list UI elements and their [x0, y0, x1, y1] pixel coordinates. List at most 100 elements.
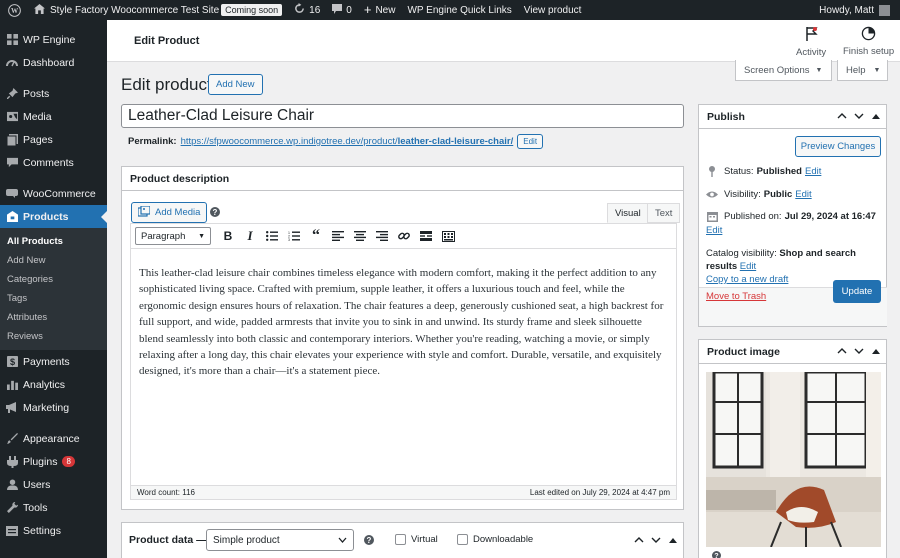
italic-icon[interactable]: I	[243, 228, 257, 243]
woo-icon	[6, 188, 18, 200]
media-icon	[6, 111, 18, 123]
catalog-edit-link[interactable]: Edit	[740, 261, 756, 272]
bold-icon[interactable]: B	[221, 229, 235, 243]
products-submenu: All Products Add New Categories Tags Att…	[0, 228, 107, 350]
submenu-tags[interactable]: Tags	[0, 289, 107, 308]
move-to-trash-link[interactable]: Move to Trash	[706, 291, 766, 302]
add-media-button[interactable]: Add Media	[131, 202, 208, 223]
chevron-up-icon[interactable]	[836, 109, 848, 123]
sidebar-item-wp-engine[interactable]: WP Engine	[0, 28, 107, 51]
sidebar-item-payments[interactable]: $ Payments	[0, 350, 107, 373]
activity-button[interactable]: Activity	[796, 26, 826, 58]
visibility-edit-link[interactable]: Edit	[795, 189, 811, 200]
tab-text[interactable]: Text	[647, 203, 681, 223]
finish-setup-button[interactable]: Finish setup	[843, 26, 894, 57]
wrench-icon	[6, 502, 18, 514]
submenu-all-products[interactable]: All Products	[0, 232, 107, 251]
submenu-reviews[interactable]: Reviews	[0, 327, 107, 346]
read-more-icon[interactable]	[419, 229, 433, 243]
sidebar-item-tools[interactable]: Tools	[0, 496, 107, 519]
comments-count: 0	[346, 4, 352, 16]
screen-options-toggle[interactable]: Screen Options ▼	[735, 60, 832, 81]
sidebar-item-label: Tools	[23, 501, 48, 514]
help-label: Help	[846, 64, 866, 76]
sidebar-item-analytics[interactable]: Analytics	[0, 373, 107, 396]
new-content-link[interactable]: + New	[358, 0, 402, 20]
collapse-toggle-icon[interactable]	[870, 344, 882, 358]
sidebar-item-media[interactable]: Media	[0, 105, 107, 128]
comments-link[interactable]: 0	[326, 0, 358, 20]
product-description-box: Product description Add Media ? Visual T…	[121, 166, 684, 510]
chevron-down-icon[interactable]	[853, 109, 865, 123]
copy-to-draft-link[interactable]: Copy to a new draft	[706, 274, 788, 285]
sidebar-item-settings[interactable]: Settings	[0, 519, 107, 542]
help-toggle[interactable]: Help ▼	[837, 60, 888, 81]
add-new-button[interactable]: Add New	[208, 74, 263, 95]
checkbox-box[interactable]	[457, 534, 468, 545]
published-label: Published on:	[724, 211, 782, 222]
sidebar-item-plugins[interactable]: Plugins 8	[0, 450, 107, 473]
svg-text:?: ?	[367, 536, 372, 545]
sidebar-item-comments[interactable]: Comments	[0, 151, 107, 174]
submenu-categories[interactable]: Categories	[0, 270, 107, 289]
sidebar-item-posts[interactable]: Posts	[0, 82, 107, 105]
permalink-link[interactable]: https://sfpwoocommerce.wp.indigotree.dev…	[181, 136, 514, 147]
help-question-icon[interactable]: ?	[712, 549, 721, 558]
updates-link[interactable]: 16	[288, 0, 326, 20]
sidebar-item-pages[interactable]: Pages	[0, 128, 107, 151]
bulleted-list-icon[interactable]	[265, 229, 279, 243]
product-image-thumbnail[interactable]	[706, 372, 881, 547]
chevron-down-icon[interactable]	[853, 344, 865, 358]
product-type-select[interactable]: Simple product	[206, 529, 354, 551]
coming-soon-badge[interactable]: Coming soon	[221, 4, 283, 16]
sidebar-item-marketing[interactable]: Marketing	[0, 396, 107, 419]
blockquote-icon[interactable]: “	[309, 228, 323, 244]
chevron-up-icon[interactable]	[633, 533, 645, 547]
preview-changes-button[interactable]: Preview Changes	[795, 136, 881, 157]
downloadable-checkbox[interactable]: Downloadable	[457, 534, 533, 545]
product-title-input[interactable]: Leather-Clad Leisure Chair	[121, 104, 684, 128]
chevron-up-icon[interactable]	[836, 344, 848, 358]
permalink-edit-button[interactable]: Edit	[517, 134, 544, 149]
align-left-icon[interactable]	[331, 229, 345, 243]
sidebar-item-appearance[interactable]: Appearance	[0, 427, 107, 450]
format-select[interactable]: Paragraph ▼	[135, 227, 211, 245]
sidebar-item-products[interactable]: Products	[0, 205, 107, 228]
wp-engine-quick-links[interactable]: WP Engine Quick Links	[401, 0, 517, 20]
align-center-icon[interactable]	[353, 229, 367, 243]
sidebar-item-dashboard[interactable]: Dashboard	[0, 51, 107, 74]
chevron-down-icon[interactable]	[650, 533, 662, 547]
submenu-add-new[interactable]: Add New	[0, 251, 107, 270]
status-value: Published	[756, 166, 802, 177]
brush-icon	[6, 433, 18, 445]
published-edit-link[interactable]: Edit	[706, 225, 722, 236]
help-question-icon[interactable]: ?	[364, 534, 374, 548]
virtual-checkbox[interactable]: Virtual	[395, 534, 438, 545]
sidebar-item-label: Analytics	[23, 378, 66, 391]
tab-visual[interactable]: Visual	[607, 203, 649, 223]
view-product-link[interactable]: View product	[518, 0, 588, 20]
update-button[interactable]: Update	[833, 280, 881, 303]
description-editor[interactable]: This leather-clad leisure chair combines…	[130, 249, 677, 486]
sidebar-item-users[interactable]: Users	[0, 473, 107, 496]
howdy-user-menu[interactable]: Howdy, Matt	[813, 0, 900, 20]
plugins-update-badge: 8	[62, 456, 75, 467]
align-right-icon[interactable]	[375, 229, 389, 243]
product-image-box: Product image ?	[698, 339, 887, 558]
numbered-list-icon[interactable]: 123	[287, 229, 301, 243]
help-question-icon[interactable]: ?	[210, 206, 220, 220]
collapse-toggle-icon[interactable]	[667, 533, 679, 547]
dollar-icon: $	[6, 356, 18, 368]
wordpress-logo-icon[interactable]: W	[0, 0, 28, 20]
submenu-attributes[interactable]: Attributes	[0, 308, 107, 327]
svg-text:?: ?	[714, 551, 718, 558]
plugin-icon	[6, 455, 18, 468]
checkbox-box[interactable]	[395, 534, 406, 545]
collapse-toggle-icon[interactable]	[870, 109, 882, 123]
product-image-controls	[836, 344, 882, 358]
site-name-link[interactable]: Style Factory Woocommerce Test Site Comi…	[28, 0, 288, 20]
link-icon[interactable]	[397, 229, 411, 243]
status-edit-link[interactable]: Edit	[805, 166, 821, 177]
toolbar-toggle-icon[interactable]	[441, 229, 455, 243]
sidebar-item-woocommerce[interactable]: WooCommerce	[0, 182, 107, 205]
